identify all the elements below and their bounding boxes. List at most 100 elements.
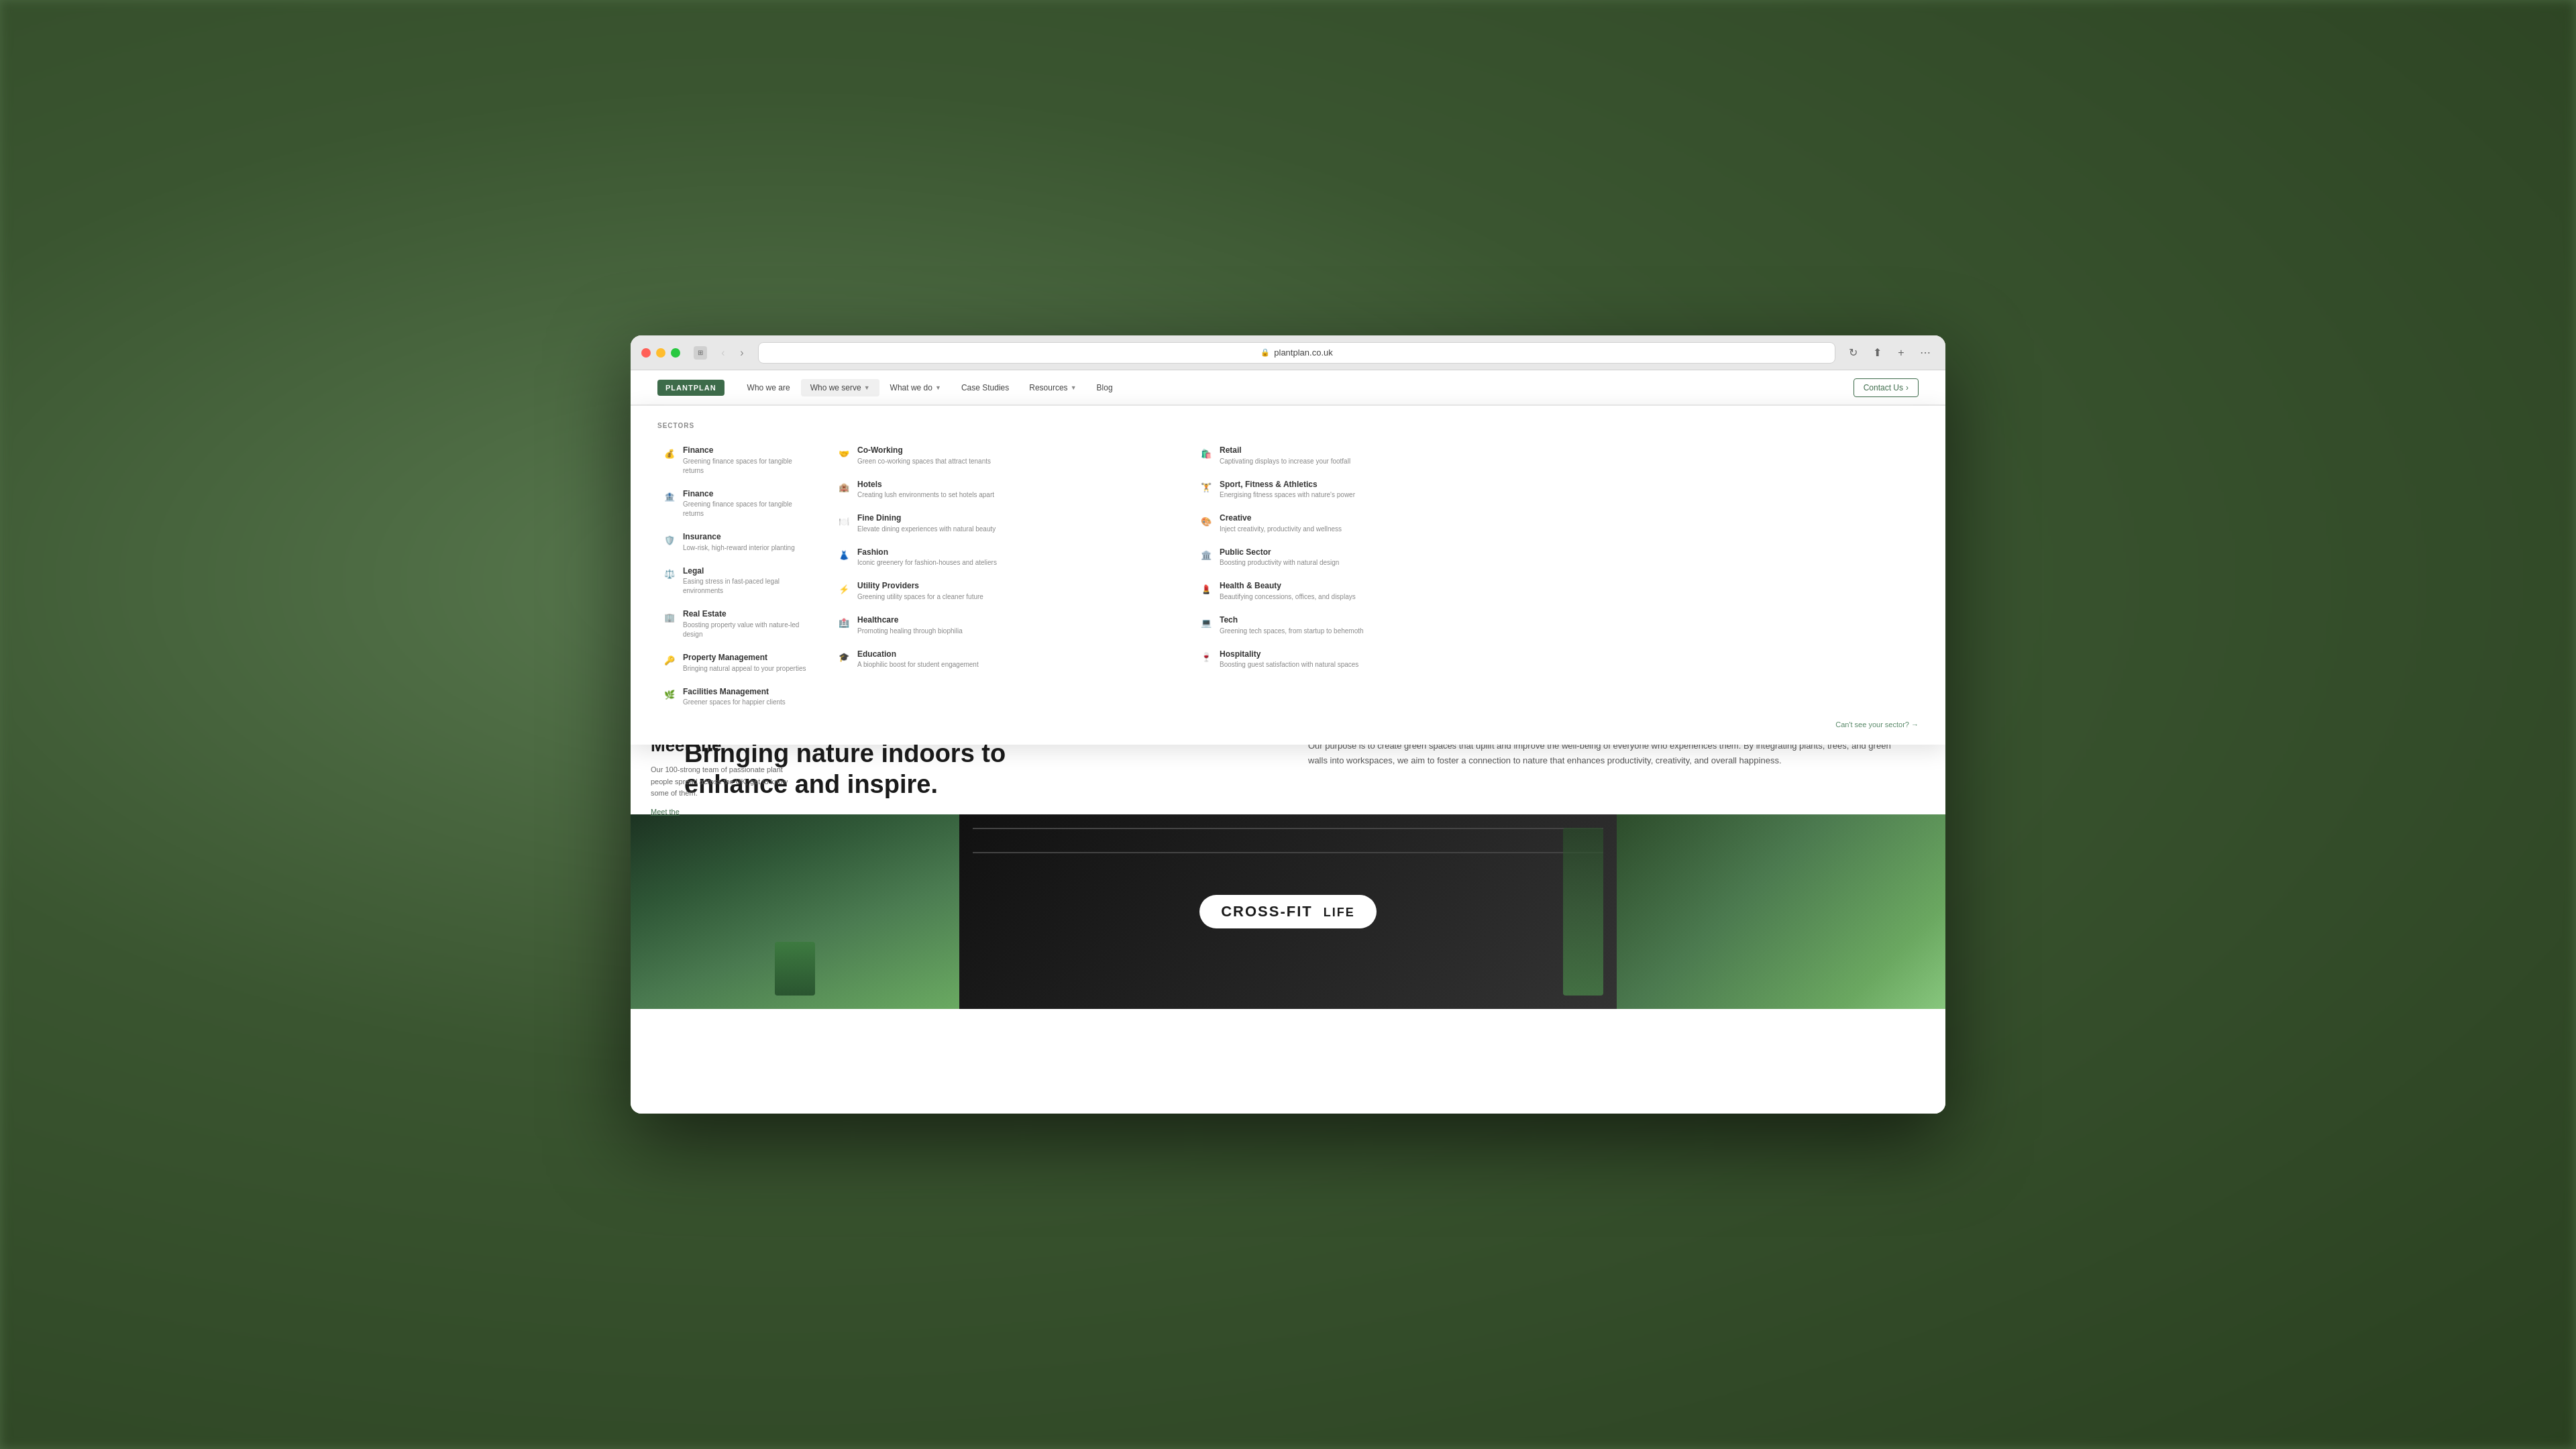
real-estate-title: Real Estate xyxy=(683,609,813,620)
menu-item-education[interactable]: 🎓 Education A biophilic boost for studen… xyxy=(832,644,1181,676)
menu-item-property-mgmt[interactable]: 🔑 Property Management Bringing natural a… xyxy=(657,647,818,679)
sidebar-toggle[interactable]: ⊞ xyxy=(694,346,707,360)
creative-title: Creative xyxy=(1220,513,1342,524)
nav-blog[interactable]: Blog xyxy=(1087,379,1122,396)
menu-item-health-beauty[interactable]: 💄 Health & Beauty Beautifying concession… xyxy=(1194,576,1543,607)
menu-col-2: 🤝 Co-Working Green co-working spaces tha… xyxy=(832,440,1194,712)
close-button[interactable] xyxy=(641,348,651,358)
hotels-desc: Creating lush environments to set hotels… xyxy=(857,490,994,500)
menu-item-coworking[interactable]: 🤝 Co-Working Green co-working spaces tha… xyxy=(832,440,1181,472)
menu-item-real-estate[interactable]: 🏢 Real Estate Boosting property value wi… xyxy=(657,604,818,645)
tech-desc: Greening tech spaces, from startup to be… xyxy=(1220,627,1364,636)
finance-icon: 💰 xyxy=(663,447,676,460)
site-nav: PLANTPLAN Who we are Who we serve ▼ What… xyxy=(631,370,1945,405)
hospitality-desc: Boosting guest satisfaction with natural… xyxy=(1220,660,1358,669)
menu-item-legal[interactable]: ⚖️ Legal Easing stress in fast-paced leg… xyxy=(657,561,818,602)
traffic-lights xyxy=(641,348,680,358)
menu-item-fashion[interactable]: 👗 Fashion Iconic greenery for fashion-ho… xyxy=(832,542,1181,574)
coworking-title: Co-Working xyxy=(857,445,991,456)
hotels-title: Hotels xyxy=(857,480,994,490)
dropdown-layout: 💰 Finance Greening finance spaces for ta… xyxy=(657,440,1919,729)
nav-links: Who we are Who we serve ▼ What we do ▼ C… xyxy=(738,379,1854,396)
facilities-mgmt-icon: 🌿 xyxy=(663,688,676,702)
menu-item-facilities-mgmt[interactable]: 🌿 Facilities Management Greener spaces f… xyxy=(657,682,818,713)
more-button[interactable]: ⋯ xyxy=(1916,343,1935,362)
minimize-button[interactable] xyxy=(656,348,665,358)
legal-title: Legal xyxy=(683,566,813,577)
creative-desc: Inject creativity, productivity and well… xyxy=(1220,525,1342,534)
contact-arrow-icon: › xyxy=(1906,383,1909,392)
contact-button[interactable]: Contact Us › xyxy=(1854,378,1919,397)
hospitality-icon: 🍷 xyxy=(1199,651,1213,664)
coworking-icon: 🤝 xyxy=(837,447,851,460)
menu-item-retail[interactable]: 🛍️ Retail Captivating displays to increa… xyxy=(1194,440,1543,472)
finance-2-title: Finance xyxy=(683,489,813,500)
browser-nav-arrows: ‹ › xyxy=(715,345,750,361)
menu-item-sport[interactable]: 🏋️ Sport, Fitness & Athletics Energising… xyxy=(1194,474,1543,506)
finance-1-title: Finance xyxy=(683,445,813,456)
menu-item-hospitality[interactable]: 🍷 Hospitality Boosting guest satisfactio… xyxy=(1194,644,1543,676)
nav-who-we-are[interactable]: Who we are xyxy=(738,379,800,396)
cant-see-sector[interactable]: Can't see your sector? → xyxy=(657,720,1919,729)
menu-item-finance-1[interactable]: 💰 Finance Greening finance spaces for ta… xyxy=(657,440,818,481)
health-beauty-title: Health & Beauty xyxy=(1220,581,1356,592)
legal-desc: Easing stress in fast-paced legal enviro… xyxy=(683,577,813,596)
image-panel-center: CROSS-FIT LIFE xyxy=(959,814,1617,1009)
healthcare-desc: Promoting healing through biophilia xyxy=(857,627,963,636)
reload-button[interactable]: ↻ xyxy=(1843,343,1862,362)
real-estate-desc: Boosting property value with nature-led … xyxy=(683,621,813,639)
education-icon: 🎓 xyxy=(837,651,851,664)
nav-right: Contact Us › xyxy=(1854,378,1919,397)
finance2-icon: 🏦 xyxy=(663,490,676,504)
back-button[interactable]: ‹ xyxy=(715,345,731,361)
facilities-mgmt-title: Facilities Management xyxy=(683,687,786,698)
utility-icon: ⚡ xyxy=(837,582,851,596)
retail-title: Retail xyxy=(1220,445,1350,456)
browser-window: ⊞ ‹ › 🔒 plantplan.co.uk ↻ ⬆ + ⋯ PLANTPLA… xyxy=(631,335,1945,1114)
new-tab-button[interactable]: + xyxy=(1892,343,1911,362)
nav-who-we-serve[interactable]: Who we serve ▼ xyxy=(801,379,879,396)
property-mgmt-title: Property Management xyxy=(683,653,806,663)
menu-col-3: 🛍️ Retail Captivating displays to increa… xyxy=(1194,440,1556,712)
finance-1-desc: Greening finance spaces for tangible ret… xyxy=(683,457,813,476)
insurance-icon: 🛡️ xyxy=(663,533,676,547)
fashion-icon: 👗 xyxy=(837,549,851,562)
legal-icon: ⚖️ xyxy=(663,568,676,581)
menu-item-fine-dining[interactable]: 🍽️ Fine Dining Elevate dining experience… xyxy=(832,508,1181,539)
utility-title: Utility Providers xyxy=(857,581,983,592)
fine-dining-icon: 🍽️ xyxy=(837,515,851,528)
menu-item-tech[interactable]: 💻 Tech Greening tech spaces, from startu… xyxy=(1194,610,1543,641)
menu-item-insurance[interactable]: 🛡️ Insurance Low-risk, high-reward inter… xyxy=(657,527,818,558)
sport-icon: 🏋️ xyxy=(1199,481,1213,494)
education-desc: A biophilic boost for student engagement xyxy=(857,660,979,669)
education-title: Education xyxy=(857,649,979,660)
menu-col-1: 💰 Finance Greening finance spaces for ta… xyxy=(657,440,832,712)
nav-what-we-do[interactable]: What we do ▼ xyxy=(881,379,951,396)
nav-resources[interactable]: Resources ▼ xyxy=(1020,379,1085,396)
image-panel-right xyxy=(1617,814,1945,1009)
menu-item-healthcare[interactable]: 🏥 Healthcare Promoting healing through b… xyxy=(832,610,1181,641)
sectors-label: Sectors xyxy=(657,422,1919,429)
maximize-button[interactable] xyxy=(671,348,680,358)
menu-item-public-sector[interactable]: 🏛️ Public Sector Boosting productivity w… xyxy=(1194,542,1543,574)
image-panel-left xyxy=(631,814,959,1009)
forward-button[interactable]: › xyxy=(734,345,750,361)
logo-button[interactable]: PLANTPLAN xyxy=(657,380,724,396)
url-bar[interactable]: 🔒 plantplan.co.uk xyxy=(758,342,1835,364)
real-estate-icon: 🏢 xyxy=(663,610,676,624)
property-mgmt-icon: 🔑 xyxy=(663,654,676,667)
browser-content: PLANTPLAN Who we are Who we serve ▼ What… xyxy=(631,370,1945,1114)
nav-case-studies[interactable]: Case Studies xyxy=(952,379,1018,396)
creative-icon: 🎨 xyxy=(1199,515,1213,528)
purpose-content: Bringing nature indoors to enhance and i… xyxy=(684,739,1892,800)
menu-item-finance-2[interactable]: 🏦 Finance Greening finance spaces for ta… xyxy=(657,484,818,525)
menu-item-creative[interactable]: 🎨 Creative Inject creativity, productivi… xyxy=(1194,508,1543,539)
fashion-title: Fashion xyxy=(857,547,997,558)
share-button[interactable]: ⬆ xyxy=(1868,343,1886,362)
crossfit-overlay: CROSS-FIT LIFE xyxy=(959,814,1617,1009)
meet-team-button[interactable]: Meet the xyxy=(651,808,680,816)
who-we-serve-dropdown: Sectors 💰 Finance Greening finance space… xyxy=(631,405,1945,745)
tech-title: Tech xyxy=(1220,615,1364,626)
menu-item-hotels[interactable]: 🏨 Hotels Creating lush environments to s… xyxy=(832,474,1181,506)
menu-item-utility[interactable]: ⚡ Utility Providers Greening utility spa… xyxy=(832,576,1181,607)
